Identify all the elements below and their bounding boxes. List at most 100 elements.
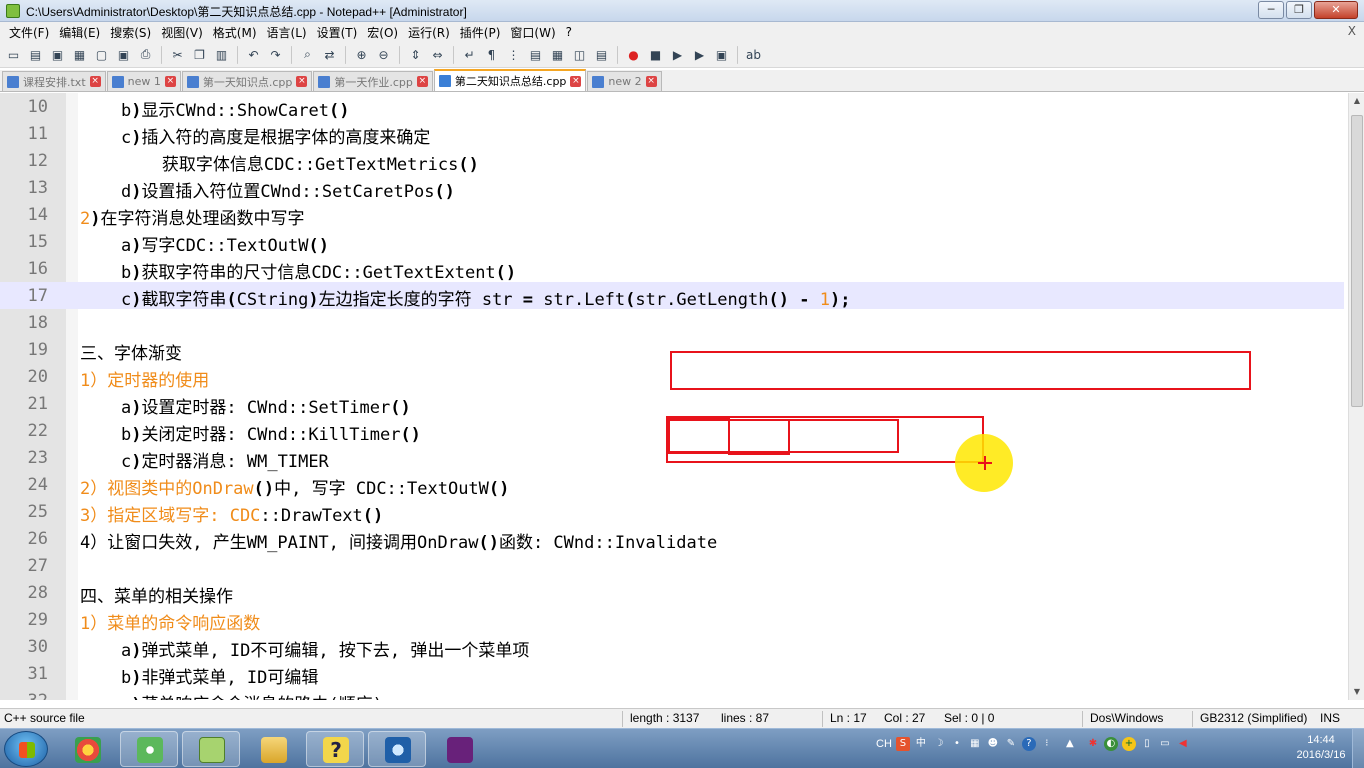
moon-icon[interactable]: ☽ — [932, 737, 946, 751]
play-macro-icon[interactable]: ▶ — [668, 45, 687, 64]
show-hidden-icons[interactable]: ▲ — [1058, 737, 1082, 751]
notepadpp-icon[interactable] — [182, 731, 240, 767]
minimize-button[interactable]: ─ — [1258, 1, 1284, 19]
user-icon[interactable]: ☻ — [986, 737, 1000, 751]
print-icon[interactable]: ⎙ — [136, 45, 155, 64]
tab-0[interactable]: 课程安排.txt × — [2, 71, 106, 91]
code-line[interactable]: 26 4）让窗口失效, 产生WM_PAINT, 间接调用OnDraw()函数: C… — [0, 525, 1344, 553]
tab-close-icon[interactable]: × — [296, 76, 308, 87]
scroll-up-icon[interactable]: ▲ — [1349, 93, 1364, 109]
spellcheck-icon[interactable]: ab — [744, 45, 763, 64]
tab-close-icon[interactable]: × — [164, 76, 176, 87]
redo-icon[interactable]: ↷ — [266, 45, 285, 64]
code-line[interactable]: 15 a)写字CDC::TextOutW() — [0, 228, 1344, 256]
code-line[interactable]: 14 2)在字符消息处理函数中写字 — [0, 201, 1344, 229]
copy-icon[interactable]: ❐ — [190, 45, 209, 64]
clock[interactable]: 14:44 2016/3/16 — [1296, 733, 1346, 763]
chrome-like-icon[interactable] — [58, 731, 116, 767]
undo-icon[interactable]: ↶ — [244, 45, 263, 64]
status-encoding[interactable]: GB2312 (Simplified) — [1200, 711, 1307, 725]
sync-h-icon[interactable]: ⇔ — [428, 45, 447, 64]
udl-icon[interactable]: ▤ — [526, 45, 545, 64]
tab-close-icon[interactable]: × — [89, 76, 101, 87]
scroll-thumb[interactable] — [1351, 115, 1363, 407]
stop-record-icon[interactable]: ■ — [646, 45, 665, 64]
close-all-icon[interactable]: ▣ — [114, 45, 133, 64]
ime-s-icon[interactable]: S — [895, 737, 910, 751]
menu-format[interactable]: 格式(M) — [208, 24, 262, 41]
scroll-down-icon[interactable]: ▼ — [1349, 684, 1364, 700]
replace-icon[interactable]: ⇄ — [320, 45, 339, 64]
menu-edit[interactable]: 编辑(E) — [54, 24, 105, 41]
code-line[interactable]: 13 d)设置插入符位置CWnd::SetCaretPos() — [0, 174, 1344, 202]
func-list-icon[interactable]: ◫ — [570, 45, 589, 64]
menu-plugins[interactable]: 插件(P) — [455, 24, 506, 41]
status-eol[interactable]: Dos\Windows — [1090, 711, 1163, 725]
tray-lang[interactable]: CH — [876, 738, 892, 750]
code-line[interactable]: 30 a)弹式菜单, ID不可编辑, 按下去, 弹出一个菜单项 — [0, 633, 1344, 661]
code-line[interactable]: 18 — [0, 309, 1344, 336]
bug-icon[interactable]: ✱ — [1086, 737, 1100, 751]
tab-3[interactable]: 第一天作业.cpp × — [313, 71, 433, 91]
close-icon[interactable]: ▢ — [92, 45, 111, 64]
open-icon[interactable]: ▤ — [26, 45, 45, 64]
doc-map-icon[interactable]: ▦ — [548, 45, 567, 64]
360-browser-icon[interactable] — [120, 731, 178, 767]
save-icon[interactable]: ▣ — [48, 45, 67, 64]
find-icon[interactable]: ⌕ — [298, 45, 317, 64]
code-line[interactable]: 10 b)显示CWnd::ShowCaret() — [0, 93, 1344, 121]
sync-v-icon[interactable]: ⇕ — [406, 45, 425, 64]
record-macro-icon[interactable]: ● — [624, 45, 643, 64]
new-icon[interactable]: ▭ — [4, 45, 23, 64]
zoom-out-icon[interactable]: ⊖ — [374, 45, 393, 64]
code-line[interactable]: 32 c)菜单响应命令消息的路由(顺序) — [0, 687, 1344, 700]
paste-icon[interactable]: ▥ — [212, 45, 231, 64]
menu-help[interactable]: ? — [561, 25, 577, 39]
menu-view[interactable]: 视图(V) — [156, 24, 208, 41]
zoom-in-icon[interactable]: ⊕ — [352, 45, 371, 64]
tab-close-icon[interactable]: × — [570, 75, 582, 87]
show-desktop-button[interactable] — [1352, 729, 1364, 768]
code-line[interactable]: 17 c)截取字符串(CString)左边指定长度的字符 str = str.L… — [0, 282, 1344, 310]
code-line[interactable]: 24 2）视图类中的OnDraw()中, 写字 CDC::TextOutW() — [0, 471, 1344, 499]
ime-cn-icon[interactable]: 中 — [914, 737, 928, 751]
start-button[interactable] — [4, 731, 48, 767]
tab-close-icon[interactable]: × — [645, 76, 657, 87]
code-line[interactable]: 27 — [0, 552, 1344, 579]
save-all-icon[interactable]: ▦ — [70, 45, 89, 64]
code-line[interactable]: 29 1）菜单的命令响应函数 — [0, 606, 1344, 634]
menu-file[interactable]: 文件(F) — [4, 24, 54, 41]
close-window-button[interactable]: ✕ — [1314, 1, 1358, 19]
code-line[interactable]: 16 b)获取字符串的尺寸信息CDC::GetTextExtent() — [0, 255, 1344, 283]
menu-language[interactable]: 语言(L) — [262, 24, 312, 41]
keyboard-icon[interactable]: ▦ — [968, 737, 982, 751]
360-tray-icon[interactable]: ◐ — [1103, 737, 1118, 751]
code-line[interactable]: 11 c)插入符的高度是根据字体的高度来确定 — [0, 120, 1344, 148]
code-line[interactable]: 28 四、菜单的相关操作 — [0, 579, 1344, 607]
menu-settings[interactable]: 设置(T) — [312, 24, 363, 41]
volume-muted-icon[interactable]: ◀ — [1176, 737, 1190, 751]
help-tray-icon[interactable]: ? — [1021, 737, 1036, 751]
close-doc-x[interactable]: X — [1348, 24, 1356, 38]
vertical-scrollbar[interactable]: ▲ ▼ — [1348, 93, 1364, 700]
punct-icon[interactable]: • — [950, 737, 964, 751]
menu-run[interactable]: 运行(R) — [403, 24, 455, 41]
plus-shield-icon[interactable]: + — [1121, 737, 1136, 751]
wrap-icon[interactable]: ↵ — [460, 45, 479, 64]
menu-window[interactable]: 窗口(W) — [505, 24, 560, 41]
tab-5[interactable]: new 2 × — [587, 71, 662, 91]
show-all-chars-icon[interactable]: ¶ — [482, 45, 501, 64]
menu-search[interactable]: 搜索(S) — [105, 24, 156, 41]
code-line[interactable]: 25 3）指定区域写字: CDC::DrawText() — [0, 498, 1344, 526]
wrench-icon[interactable]: ✎ — [1004, 737, 1018, 751]
visual-studio-icon[interactable] — [430, 731, 488, 767]
network-icon[interactable]: ▭ — [1158, 737, 1172, 751]
tab-4[interactable]: 第二天知识点总结.cpp × — [433, 69, 587, 91]
more-icon[interactable]: ⁝ — [1040, 737, 1054, 751]
help-icon[interactable]: ? — [306, 731, 364, 767]
tab-1[interactable]: new 1 × — [106, 71, 181, 91]
tab-close-icon[interactable]: × — [416, 76, 428, 87]
menu-macro[interactable]: 宏(O) — [362, 24, 403, 41]
tab-2[interactable]: 第一天知识点.cpp × — [181, 71, 313, 91]
device-icon[interactable]: ▯ — [1140, 737, 1154, 751]
